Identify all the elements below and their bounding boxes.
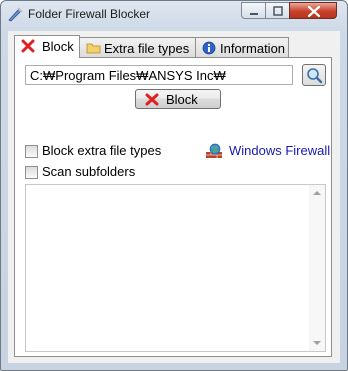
windows-firewall-label: Windows Firewall: [229, 143, 331, 158]
folder-icon: [86, 41, 101, 55]
tab-information-label: Information: [220, 41, 286, 56]
red-x-icon: [145, 93, 159, 106]
results-list[interactable]: [25, 184, 326, 352]
block-button-label: Block: [166, 92, 198, 107]
tab-block[interactable]: Block: [14, 35, 80, 58]
client-area: Block Extra file types Information C:₩Pr…: [8, 31, 340, 363]
window-title: Folder Firewall Blocker: [28, 7, 151, 21]
folder-path-input[interactable]: [25, 65, 293, 85]
tab-extra-file-types-label: Extra file types: [104, 41, 190, 56]
scroll-up-icon[interactable]: [313, 191, 321, 195]
close-icon: [307, 5, 321, 18]
scroll-down-icon[interactable]: [313, 341, 321, 345]
block-extra-file-types-label: Block extra file types: [42, 143, 162, 158]
minimize-button[interactable]: [241, 2, 266, 19]
app-window: Folder Firewall Blocker Block Extra file…: [0, 0, 348, 371]
block-tab-panel: Block Block extra file types Windows Fir…: [14, 57, 332, 357]
tab-information[interactable]: Information: [195, 37, 289, 57]
info-icon: [202, 41, 216, 55]
vertical-scrollbar[interactable]: [309, 185, 325, 351]
firewall-globe-icon: [206, 143, 222, 158]
app-icon: [7, 6, 23, 22]
block-button[interactable]: Block: [135, 89, 221, 109]
scan-subfolders-label: Scan subfolders: [42, 164, 136, 179]
title-bar[interactable]: Folder Firewall Blocker: [1, 1, 347, 27]
maximize-button[interactable]: [265, 2, 290, 19]
search-icon: [307, 68, 323, 84]
red-x-icon: [21, 39, 35, 53]
block-extra-file-types-checkbox[interactable]: [25, 145, 38, 158]
tab-extra-file-types[interactable]: Extra file types: [79, 37, 196, 57]
close-button[interactable]: [289, 2, 337, 19]
browse-button[interactable]: [302, 64, 326, 86]
scan-subfolders-checkbox[interactable]: [25, 166, 38, 179]
tab-block-label: Block: [42, 39, 74, 54]
